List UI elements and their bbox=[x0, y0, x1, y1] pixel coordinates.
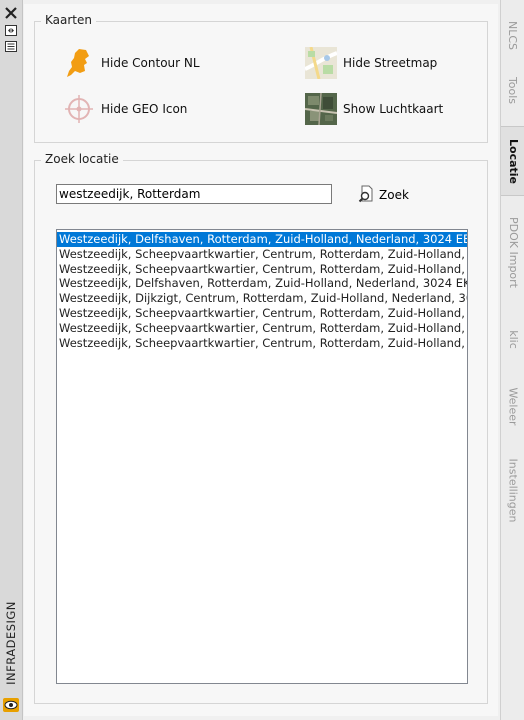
list-item[interactable]: Westzeedijk, Scheepvaartkwartier, Centru… bbox=[57, 247, 467, 262]
palette-tab-strip: NLCS Tools Locatie PDOK Import klic Wele… bbox=[500, 0, 524, 720]
hide-streetmap-button[interactable]: Hide Streetmap bbox=[304, 46, 438, 80]
tab-klic[interactable]: klic bbox=[501, 316, 524, 362]
tab-weleer[interactable]: Weleer bbox=[501, 376, 524, 436]
list-item[interactable]: Westzeedijk, Delfshaven, Rotterdam, Zuid… bbox=[57, 232, 467, 247]
netherlands-map-icon bbox=[63, 47, 95, 79]
hide-geo-icon-button[interactable]: Hide GEO Icon bbox=[63, 92, 187, 126]
palette-title: INFRADESIGN bbox=[1, 588, 21, 698]
crosshair-icon bbox=[63, 93, 95, 125]
hide-streetmap-label: Hide Streetmap bbox=[343, 56, 438, 70]
list-item[interactable]: Westzeedijk, Scheepvaartkwartier, Centru… bbox=[57, 336, 467, 351]
show-luchtkaart-button[interactable]: Show Luchtkaart bbox=[304, 92, 444, 126]
palette-content: Kaarten Hide Contour NL Hide Streetmap H… bbox=[24, 4, 498, 716]
tab-klic-label: klic bbox=[506, 329, 520, 349]
search-results-list[interactable]: Westzeedijk, Delfshaven, Rotterdam, Zuid… bbox=[56, 229, 468, 684]
list-item[interactable]: Westzeedijk, Delfshaven, Rotterdam, Zuid… bbox=[57, 276, 467, 291]
hide-contour-nl-button[interactable]: Hide Contour NL bbox=[63, 46, 200, 80]
zoek-button-label: Zoek bbox=[379, 188, 409, 202]
list-item[interactable]: Westzeedijk, Scheepvaartkwartier, Centru… bbox=[57, 262, 467, 277]
tab-instellingen-label: Instellingen bbox=[506, 458, 520, 522]
tab-tools[interactable]: Tools bbox=[501, 62, 524, 118]
tab-locatie[interactable]: Locatie bbox=[501, 126, 524, 196]
auto-hide-icon[interactable] bbox=[4, 24, 18, 36]
kaarten-title: Kaarten bbox=[41, 13, 96, 27]
zoek-button[interactable]: Zoek bbox=[358, 184, 409, 206]
streetmap-icon bbox=[304, 46, 338, 80]
tab-nlcs-label: NLCS bbox=[506, 20, 520, 50]
tab-weleer-label: Weleer bbox=[506, 386, 520, 426]
tab-instellingen[interactable]: Instellingen bbox=[501, 448, 524, 532]
list-item[interactable]: Westzeedijk, Scheepvaartkwartier, Centru… bbox=[57, 321, 467, 336]
close-icon[interactable] bbox=[4, 7, 18, 19]
kaarten-group: Kaarten Hide Contour NL Hide Streetmap H… bbox=[34, 13, 488, 143]
list-item[interactable]: Westzeedijk, Scheepvaartkwartier, Centru… bbox=[57, 306, 467, 321]
tab-pdok-import-label: PDOK Import bbox=[506, 216, 520, 288]
aerial-photo-icon bbox=[304, 92, 338, 126]
palette-title-text: INFRADESIGN bbox=[4, 601, 19, 685]
hide-geo-icon-label: Hide GEO Icon bbox=[101, 102, 188, 116]
search-icon bbox=[358, 185, 376, 206]
tab-tools-label: Tools bbox=[506, 76, 520, 104]
palette-title-bar: INFRADESIGN bbox=[0, 0, 23, 720]
zoek-locatie-title: Zoek locatie bbox=[41, 152, 123, 166]
location-search-input[interactable]: westzeedijk, Rotterdam bbox=[56, 184, 332, 204]
hide-contour-nl-label: Hide Contour NL bbox=[101, 56, 200, 70]
eye-icon[interactable] bbox=[3, 698, 19, 712]
tab-pdok-import[interactable]: PDOK Import bbox=[501, 204, 524, 300]
tab-locatie-label: Locatie bbox=[506, 138, 520, 184]
properties-menu-icon[interactable] bbox=[4, 40, 18, 52]
tab-nlcs[interactable]: NLCS bbox=[501, 10, 524, 60]
show-luchtkaart-label: Show Luchtkaart bbox=[343, 102, 444, 116]
list-item[interactable]: Westzeedijk, Dijkzigt, Centrum, Rotterda… bbox=[57, 291, 467, 306]
